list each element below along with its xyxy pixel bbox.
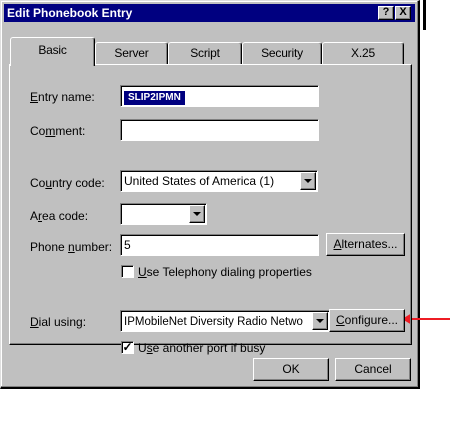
tab-basic-label: Basic bbox=[38, 43, 67, 57]
another-port-checkbox[interactable]: ✓ bbox=[121, 341, 134, 354]
title-bar: Edit Phonebook Entry ? X bbox=[4, 4, 415, 22]
dialog-window: Edit Phonebook Entry ? X Basic Server Sc… bbox=[0, 0, 420, 389]
tab-server-label: Server bbox=[114, 46, 149, 60]
tab-security[interactable]: Security bbox=[242, 42, 322, 64]
close-icon: X bbox=[399, 6, 407, 18]
telephony-checkbox-label[interactable]: Use Telephony dialing properties bbox=[138, 265, 312, 279]
entry-name-field[interactable]: SLIP2IPMN bbox=[120, 85, 319, 107]
annotation-arrow-line bbox=[410, 318, 450, 320]
chevron-down-icon[interactable] bbox=[300, 172, 316, 190]
window-title: Edit Phonebook Entry bbox=[7, 6, 133, 20]
entry-name-value: SLIP2IPMN bbox=[124, 91, 185, 105]
tab-script[interactable]: Script bbox=[168, 42, 242, 64]
tab-server[interactable]: Server bbox=[95, 42, 168, 64]
close-button[interactable]: X bbox=[395, 6, 411, 20]
chevron-down-icon[interactable] bbox=[189, 205, 205, 223]
comment-field[interactable] bbox=[120, 119, 319, 141]
tab-script-label: Script bbox=[190, 46, 220, 60]
another-port-checkbox-label[interactable]: Use another port if busy bbox=[138, 341, 265, 355]
dial-using-value: IPMobileNet Diversity Radio Netwo bbox=[124, 316, 303, 328]
country-code-value: United States of America (1) bbox=[124, 174, 275, 188]
country-code-dropdown[interactable]: United States of America (1) bbox=[120, 170, 318, 192]
tab-x25[interactable]: X.25 bbox=[322, 42, 404, 64]
cancel-button[interactable]: Cancel bbox=[335, 358, 411, 381]
dial-using-dropdown[interactable]: IPMobileNet Diversity Radio Netwo bbox=[120, 310, 330, 332]
alternates-button[interactable]: Alternates... bbox=[326, 233, 405, 256]
configure-button[interactable]: Configure... bbox=[329, 309, 405, 332]
help-icon: ? bbox=[382, 6, 390, 18]
area-code-dropdown[interactable] bbox=[120, 203, 207, 225]
help-button[interactable]: ? bbox=[378, 6, 394, 20]
ok-button[interactable]: OK bbox=[253, 358, 329, 381]
phone-number-field[interactable]: 5 bbox=[120, 234, 319, 256]
tab-basic[interactable]: Basic bbox=[10, 37, 95, 66]
telephony-checkbox[interactable] bbox=[121, 265, 134, 278]
phone-number-value: 5 bbox=[124, 238, 131, 252]
chevron-down-icon[interactable] bbox=[312, 312, 328, 330]
tab-x25-label: X.25 bbox=[351, 46, 375, 60]
tab-security-label: Security bbox=[261, 46, 303, 60]
checkmark-icon: ✓ bbox=[122, 340, 133, 354]
window-edge-divider bbox=[423, 0, 426, 30]
